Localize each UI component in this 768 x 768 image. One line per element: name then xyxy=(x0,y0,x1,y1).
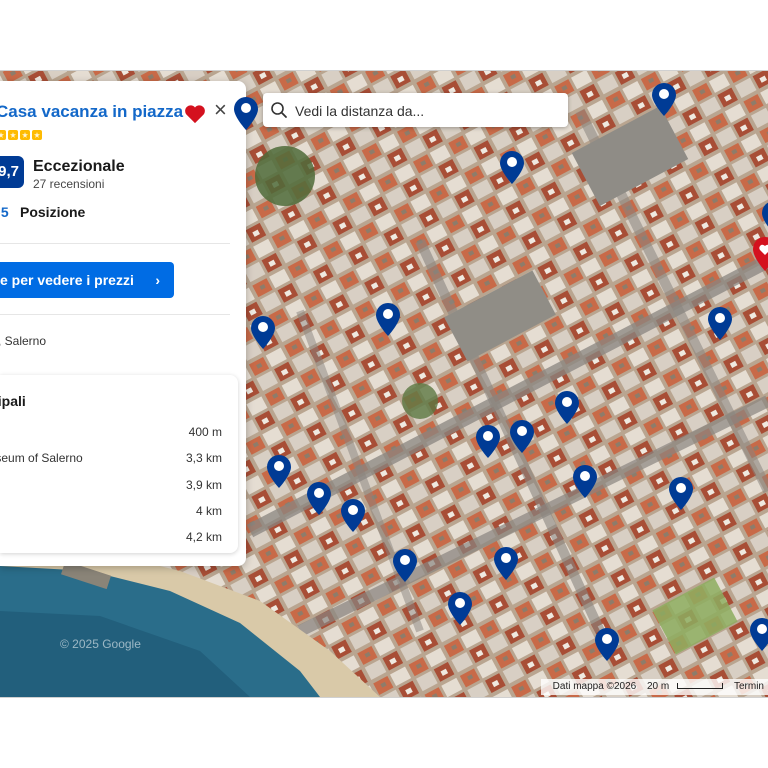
map-terms-link[interactable]: Termin xyxy=(734,681,764,692)
distance-search-input[interactable] xyxy=(293,99,557,123)
poi-card: cipali 400 m luseum of Salerno 3,3 km 3,… xyxy=(0,375,238,553)
poi-row[interactable]: 400 m xyxy=(0,425,222,443)
map-pin-icon[interactable] xyxy=(391,547,419,583)
map-pin-icon[interactable] xyxy=(446,590,474,626)
map-attribution[interactable]: Dati mappa ©2026 xyxy=(553,681,637,692)
star-icon xyxy=(8,130,18,140)
map-pin-icon[interactable] xyxy=(474,423,502,459)
map-frame: Casa vacanza in piazza × 9,7 Eccezionale… xyxy=(0,70,768,698)
star-icon xyxy=(0,130,6,140)
position-score: ,5 xyxy=(0,204,9,220)
map-pin-icon[interactable] xyxy=(593,626,621,662)
property-panel: Casa vacanza in piazza × 9,7 Eccezionale… xyxy=(0,81,246,566)
map-scale-label: 20 m xyxy=(646,681,670,692)
map-pin-icon[interactable] xyxy=(232,95,260,131)
star-rating xyxy=(0,130,42,140)
poi-distance: 4 km xyxy=(195,504,222,518)
map-pin-icon[interactable] xyxy=(650,81,678,117)
scale-bar xyxy=(677,683,724,690)
review-count[interactable]: 27 recensioni xyxy=(33,177,104,191)
poi-distance: 3,9 km xyxy=(185,478,222,492)
poi-distance: 3,3 km xyxy=(185,451,222,465)
poi-name: luseum of Salerno xyxy=(0,451,83,465)
property-title[interactable]: Casa vacanza in piazza xyxy=(0,102,183,122)
search-icon xyxy=(271,102,287,118)
map-pin-icon[interactable] xyxy=(249,314,277,350)
close-icon[interactable]: × xyxy=(214,99,227,121)
map-pin-icon[interactable] xyxy=(265,453,293,489)
chevron-right-icon: › xyxy=(155,272,160,288)
map-pin-icon[interactable] xyxy=(374,301,402,337)
property-address: , Salerno xyxy=(0,334,47,348)
divider xyxy=(0,314,230,315)
map-pin-icon[interactable] xyxy=(760,199,768,235)
map-pin-icon[interactable] xyxy=(305,480,333,516)
map-pin-icon[interactable] xyxy=(508,418,536,454)
check-prices-button[interactable]: e per vedere i prezzi › xyxy=(0,262,174,298)
check-prices-label: e per vedere i prezzi xyxy=(0,272,134,288)
divider xyxy=(0,243,230,244)
map-pin-icon[interactable] xyxy=(571,463,599,499)
poi-row[interactable]: 3,9 km xyxy=(0,478,222,496)
position-label: Posizione xyxy=(20,204,86,220)
rating-label: Eccezionale xyxy=(33,158,125,175)
poi-row[interactable]: i 4,2 km xyxy=(0,530,222,548)
star-icon xyxy=(32,130,42,140)
star-icon xyxy=(20,130,30,140)
map-pin-icon[interactable] xyxy=(553,389,581,425)
poi-row[interactable]: luseum of Salerno 3,3 km xyxy=(0,451,222,469)
map-pin-icon[interactable] xyxy=(492,545,520,581)
google-watermark: © 2025 Google xyxy=(60,637,141,651)
poi-row[interactable]: va 4 km xyxy=(0,504,222,522)
heart-icon[interactable] xyxy=(184,104,206,124)
selected-property-pin-icon[interactable] xyxy=(752,236,768,272)
poi-distance: 4,2 km xyxy=(185,530,222,544)
map-pin-icon[interactable] xyxy=(498,149,526,185)
review-score-badge: 9,7 xyxy=(0,156,24,188)
map-pin-icon[interactable] xyxy=(748,616,768,652)
poi-distance: 400 m xyxy=(188,425,222,439)
distance-search-box[interactable] xyxy=(263,93,568,127)
poi-title: cipali xyxy=(0,393,26,409)
map-pin-icon[interactable] xyxy=(339,497,367,533)
map-pin-icon[interactable] xyxy=(667,475,695,511)
map-pin-icon[interactable] xyxy=(706,305,734,341)
map-footer: Dati mappa ©2026 20 m Termin xyxy=(540,679,768,695)
